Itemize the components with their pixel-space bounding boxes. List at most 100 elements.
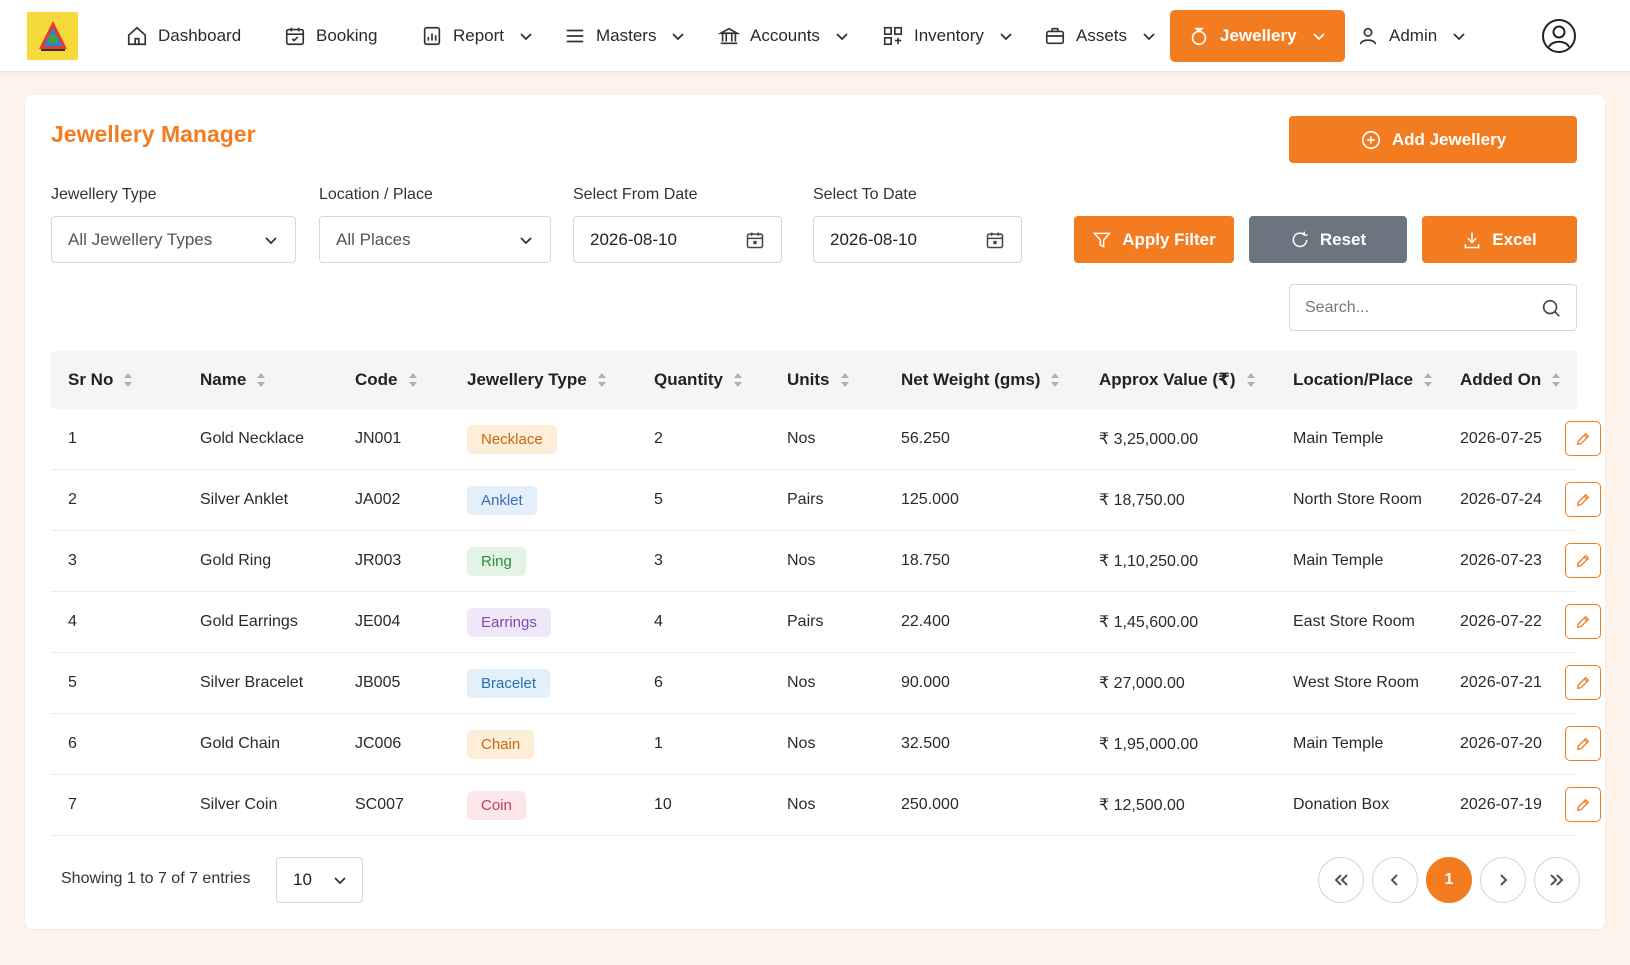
cell-approx-value: ₹ 1,45,600.00: [1099, 614, 1199, 631]
profile-avatar-icon[interactable]: [1541, 18, 1577, 59]
cell-quantity: 6: [654, 674, 663, 691]
cell-quantity: 1: [654, 735, 663, 752]
next-page-button[interactable]: [1480, 857, 1526, 903]
page-title: Jewellery Manager: [51, 121, 256, 147]
table-row: 4 Gold Earrings JE004 Earrings 4 Pairs 2…: [51, 592, 1601, 653]
nav-admin[interactable]: Admin: [1357, 10, 1467, 62]
nav-report-label: Report: [453, 26, 505, 45]
cell-sr-no: 2: [68, 491, 77, 508]
type-badge: Anklet: [467, 485, 537, 515]
location-select[interactable]: All Places: [319, 216, 551, 263]
th-code-label: Code: [355, 370, 398, 389]
edit-button[interactable]: [1565, 665, 1601, 700]
cell-location: East Store Room: [1293, 613, 1415, 630]
last-page-button[interactable]: [1534, 857, 1580, 903]
to-date-input[interactable]: 2026-08-10: [813, 216, 1022, 263]
excel-export-button[interactable]: Excel: [1422, 216, 1577, 263]
cell-name: Gold Chain: [200, 735, 281, 752]
cell-code: JN001: [355, 430, 402, 447]
cell-net-weight: 18.750: [901, 552, 950, 569]
cell-units: Nos: [787, 552, 816, 569]
cell-approx-value: ₹ 12,500.00: [1099, 797, 1185, 814]
download-icon: [1464, 232, 1480, 248]
cell-location: Main Temple: [1293, 735, 1384, 752]
th-location-label: Location/Place: [1293, 370, 1413, 389]
th-code[interactable]: Code: [355, 351, 418, 409]
nav-dashboard[interactable]: Dashboard: [126, 10, 241, 62]
edit-button[interactable]: [1565, 604, 1601, 639]
th-added-on[interactable]: Added On: [1460, 351, 1561, 409]
th-quantity[interactable]: Quantity: [654, 351, 743, 409]
edit-button[interactable]: [1565, 543, 1601, 578]
user-icon: [1359, 27, 1377, 45]
th-net-weight-label: Net Weight (gms): [901, 370, 1041, 389]
nav-assets[interactable]: Assets: [1044, 10, 1157, 62]
search-box[interactable]: [1289, 284, 1577, 331]
th-approx-value[interactable]: Approx Value (₹): [1099, 351, 1256, 409]
chevron-down-icon: [334, 877, 346, 885]
search-icon[interactable]: [1540, 297, 1562, 319]
th-sr-no[interactable]: Sr No: [68, 351, 133, 409]
sort-icon: [124, 373, 133, 387]
ring-icon: [1191, 27, 1207, 46]
pencil-icon: [1576, 798, 1590, 811]
briefcase-icon: [1045, 27, 1065, 45]
from-date-label: Select From Date: [573, 186, 698, 203]
cell-sr-no: 4: [68, 613, 77, 630]
chevron-down-icon: [1312, 33, 1325, 41]
refresh-icon: [1292, 231, 1308, 247]
table-row: 7 Silver Coin SC007 Coin 10 Nos 250.000 …: [51, 775, 1601, 836]
nav-booking[interactable]: Booking: [284, 10, 377, 62]
th-units[interactable]: Units: [787, 351, 850, 409]
edit-button[interactable]: [1565, 787, 1601, 822]
location-label: Location / Place: [319, 186, 433, 203]
page-size-select[interactable]: 10: [276, 857, 363, 903]
chevron-left-icon: [1390, 874, 1398, 886]
edit-button[interactable]: [1565, 421, 1601, 456]
apply-filter-button[interactable]: Apply Filter: [1074, 216, 1234, 263]
nav-jewellery[interactable]: Jewellery: [1170, 10, 1345, 62]
temple-logo[interactable]: [27, 12, 78, 60]
cell-code: JB005: [355, 674, 401, 691]
chevron-down-icon: [265, 236, 277, 244]
cell-sr-no: 3: [68, 552, 77, 569]
first-page-button[interactable]: [1318, 857, 1364, 903]
cell-quantity: 3: [654, 552, 663, 569]
nav-masters-label: Masters: [596, 26, 657, 45]
add-jewellery-button[interactable]: Add Jewellery: [1289, 116, 1577, 163]
th-net-weight[interactable]: Net Weight (gms): [901, 351, 1060, 409]
from-date-input[interactable]: 2026-08-10: [573, 216, 782, 263]
reset-button[interactable]: Reset: [1249, 216, 1407, 263]
search-input[interactable]: [1305, 298, 1525, 317]
edit-button[interactable]: [1565, 726, 1601, 761]
nav-report[interactable]: Report: [421, 10, 534, 62]
type-badge: Bracelet: [467, 668, 551, 698]
plus-circle-icon: [1361, 130, 1380, 149]
prev-page-button[interactable]: [1372, 857, 1418, 903]
page-1-button[interactable]: 1: [1426, 857, 1472, 903]
calendar-icon: [285, 27, 305, 46]
th-location[interactable]: Location/Place: [1293, 351, 1433, 409]
grid-icon: [883, 26, 903, 46]
calendar-icon[interactable]: [745, 230, 765, 250]
th-units-label: Units: [787, 370, 830, 389]
th-name[interactable]: Name: [200, 351, 266, 409]
cell-approx-value: ₹ 27,000.00: [1099, 675, 1185, 692]
sort-icon: [1552, 373, 1561, 387]
pencil-icon: [1576, 493, 1590, 506]
type-badge: Ring: [467, 546, 526, 576]
cell-name: Silver Anklet: [200, 491, 289, 508]
th-jewellery-type[interactable]: Jewellery Type: [467, 351, 607, 409]
nav-inventory[interactable]: Inventory: [882, 10, 1014, 62]
table-row: 5 Silver Bracelet JB005 Bracelet 6 Nos 9…: [51, 653, 1601, 714]
nav-jewellery-label: Jewellery: [1220, 26, 1297, 45]
nav-masters[interactable]: Masters: [564, 10, 686, 62]
edit-button[interactable]: [1565, 482, 1601, 517]
chevron-down-icon: [1453, 33, 1465, 41]
calendar-icon[interactable]: [985, 230, 1005, 250]
cell-code: JR003: [355, 552, 402, 569]
cell-units: Pairs: [787, 491, 824, 508]
chevron-down-icon: [1143, 33, 1155, 41]
jewellery-type-select[interactable]: All Jewellery Types: [51, 216, 296, 263]
nav-accounts[interactable]: Accounts: [718, 10, 850, 62]
